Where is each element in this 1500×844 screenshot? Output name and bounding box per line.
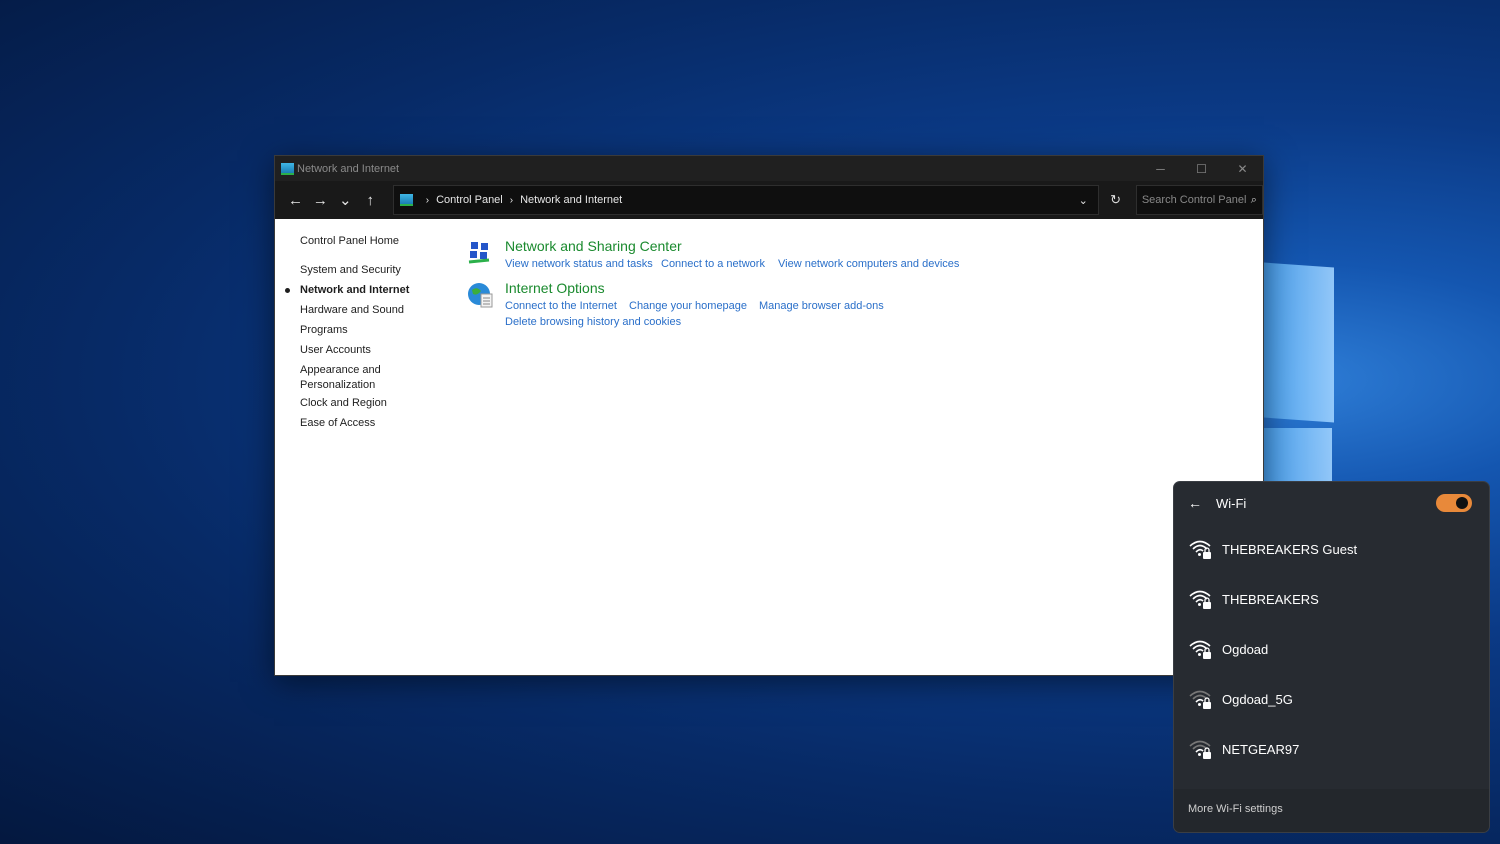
address-bar[interactable]: › Control Panel › Network and Internet ⌄ (392, 185, 1100, 215)
wallpaper-logo (1264, 262, 1334, 423)
active-bullet (285, 288, 290, 293)
network-icon (468, 242, 490, 264)
close-button[interactable]: ✕ (1222, 162, 1263, 176)
wifi-secured-icon (1189, 640, 1211, 659)
sidebar-item-system-security[interactable]: System and Security (300, 263, 401, 278)
navigation-bar: ← → ⌄ ↑ › Control Panel › Network and In… (275, 181, 1263, 219)
control-panel-icon (281, 162, 294, 175)
sidebar-item-appearance[interactable]: Appearance and Personalization (300, 363, 395, 393)
breadcrumb-separator: › (509, 194, 514, 206)
wifi-toggle[interactable] (1436, 494, 1472, 512)
maximize-button[interactable]: ☐ (1181, 162, 1222, 176)
view-network-status-link[interactable]: View network status and tasks (505, 258, 653, 270)
wifi-network-item[interactable]: THEBREAKERS (1174, 574, 1489, 624)
sidebar-item-user-accounts[interactable]: User Accounts (300, 343, 371, 358)
address-dropdown-button[interactable]: ⌄ (1068, 194, 1098, 207)
title-bar: Network and Internet ─ ☐ ✕ (275, 156, 1263, 181)
back-button[interactable]: ← (283, 192, 308, 209)
back-arrow-icon[interactable]: ← (1188, 495, 1202, 511)
wifi-secured-icon (1189, 540, 1211, 559)
window-title: Network and Internet (297, 162, 400, 175)
breadcrumb-separator: › (425, 194, 430, 206)
sidebar-item-programs[interactable]: Programs (300, 323, 348, 338)
sidebar-item-network-internet[interactable]: Network and Internet (285, 283, 410, 298)
wifi-ssid: THEBREAKERS Guest (1222, 541, 1358, 557)
breadcrumb-control-panel[interactable]: Control Panel (436, 194, 503, 206)
control-panel-window: Network and Internet ─ ☐ ✕ ← → ⌄ ↑ › Con… (274, 155, 1264, 676)
recent-locations-button[interactable]: ⌄ (333, 191, 358, 209)
search-icon: ⌕ (1250, 193, 1257, 206)
wifi-title: Wi-Fi (1216, 495, 1247, 511)
search-placeholder: Search Control Panel (1141, 194, 1247, 206)
change-homepage-link[interactable]: Change your homepage (629, 300, 747, 312)
internet-options-link[interactable]: Internet Options (505, 280, 605, 296)
wifi-ssid: Ogdoad (1222, 641, 1269, 657)
wifi-ssid: Ogdoad_5G (1222, 691, 1293, 707)
view-network-computers-link[interactable]: View network computers and devices (778, 258, 959, 270)
sidebar-home[interactable]: Control Panel Home (300, 234, 399, 249)
wifi-ssid: THEBREAKERS (1222, 591, 1319, 607)
wallpaper-logo (1264, 428, 1332, 488)
wifi-secured-icon (1189, 690, 1211, 709)
wifi-network-item[interactable]: NETGEAR97 (1174, 724, 1489, 774)
more-wifi-settings-link[interactable]: More Wi-Fi settings (1174, 789, 1489, 832)
search-input[interactable]: Search Control Panel ⌕ (1135, 185, 1263, 215)
network-sharing-center-link[interactable]: Network and Sharing Center (505, 238, 682, 254)
sidebar-item-hardware-sound[interactable]: Hardware and Sound (300, 303, 404, 318)
wifi-network-item[interactable]: Ogdoad_5G (1174, 674, 1489, 724)
wifi-network-item[interactable]: THEBREAKERS Guest (1174, 524, 1489, 574)
manage-addons-link[interactable]: Manage browser add-ons (759, 300, 884, 312)
globe-icon (468, 283, 493, 308)
up-button[interactable]: ↑ (358, 192, 383, 209)
refresh-button[interactable]: ↻ (1099, 192, 1132, 208)
wifi-secured-icon (1189, 590, 1211, 609)
control-panel-icon (399, 194, 413, 206)
sidebar-item-label: Network and Internet (300, 284, 410, 296)
sidebar-item-clock-region[interactable]: Clock and Region (300, 396, 387, 411)
wifi-network-item[interactable]: Ogdoad (1174, 624, 1489, 674)
wifi-flyout: ← Wi-Fi THEBREAKERS Guest THEBREAKERS Ogdo… (1173, 481, 1490, 833)
wifi-secured-icon (1189, 740, 1211, 759)
delete-history-link[interactable]: Delete browsing history and cookies (505, 316, 681, 328)
minimize-button[interactable]: ─ (1140, 162, 1181, 176)
connect-to-internet-link[interactable]: Connect to the Internet (505, 300, 617, 312)
sidebar-item-ease-of-access[interactable]: Ease of Access (300, 416, 375, 431)
wifi-ssid: NETGEAR97 (1222, 741, 1300, 757)
connect-to-network-link[interactable]: Connect to a network (661, 258, 765, 270)
breadcrumb-network-and-internet[interactable]: Network and Internet (520, 194, 622, 206)
forward-button[interactable]: → (308, 192, 333, 209)
